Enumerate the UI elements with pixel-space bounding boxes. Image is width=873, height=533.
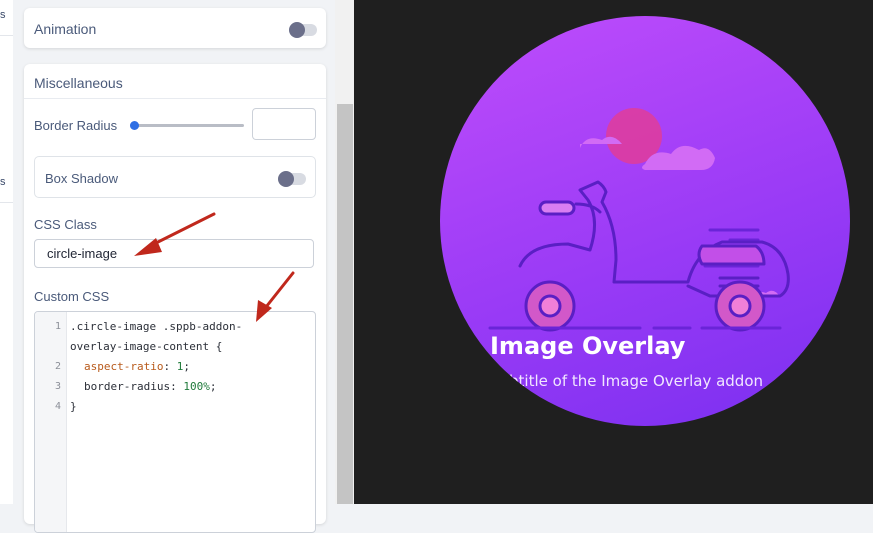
code-punct: ; xyxy=(209,380,217,393)
left-edge-strip: s s xyxy=(0,0,14,504)
scooter-illustration xyxy=(488,108,790,332)
line-number-gutter: 1 2 3 4 xyxy=(35,312,67,532)
code-punct: : xyxy=(170,380,184,393)
line-number: 1 xyxy=(54,321,61,332)
box-shadow-toggle[interactable] xyxy=(278,171,306,187)
border-radius-slider[interactable] xyxy=(135,124,244,127)
css-class-input[interactable] xyxy=(34,239,314,268)
code-line: border-radius: 100%; xyxy=(84,380,216,393)
truncated-label: s xyxy=(0,176,6,188)
css-property: border-radius xyxy=(84,380,171,393)
line-number: 3 xyxy=(54,381,61,392)
box-shadow-row: Box Shadow xyxy=(34,156,316,198)
line-number: 4 xyxy=(54,401,61,412)
preview-area: Image Overlay Subtitle of the Image Over… xyxy=(354,0,873,504)
divider xyxy=(0,202,13,203)
miscellaneous-title: Miscellaneous xyxy=(34,75,123,91)
toggle-knob xyxy=(289,22,305,38)
line-number: 2 xyxy=(54,361,61,372)
image-overlay-circle[interactable]: Image Overlay Subtitle of the Image Over… xyxy=(440,16,850,426)
box-shadow-label: Box Shadow xyxy=(45,171,118,186)
scrollbar-thumb[interactable] xyxy=(337,104,353,504)
settings-panel: Animation Miscellaneous Border Radius Bo… xyxy=(13,0,335,533)
border-radius-label: Border Radius xyxy=(34,118,118,133)
code-line: .circle-image .sppb-addon- xyxy=(70,320,243,333)
miscellaneous-header: Miscellaneous xyxy=(24,64,326,99)
code-punct: ; xyxy=(183,360,190,373)
border-radius-input[interactable] xyxy=(252,108,316,140)
animation-toggle[interactable] xyxy=(289,22,317,38)
truncated-label: s xyxy=(0,9,6,21)
border-radius-slider-thumb[interactable] xyxy=(130,121,139,130)
css-class-label: CSS Class xyxy=(34,217,97,232)
animation-label: Animation xyxy=(34,21,97,37)
css-value: 100% xyxy=(183,380,210,393)
custom-css-label: Custom CSS xyxy=(34,289,110,304)
miscellaneous-card: Miscellaneous Border Radius Box Shadow C… xyxy=(24,64,326,533)
code-line: overlay-image-content { xyxy=(70,340,223,353)
code-punct: : xyxy=(163,360,177,373)
overlay-subtitle: Subtitle of the Image Overlay addon xyxy=(490,372,764,390)
overlay-title: Image Overlay xyxy=(490,332,686,360)
animation-card: Animation xyxy=(24,8,326,48)
code-line: } xyxy=(70,400,77,413)
toggle-knob xyxy=(278,171,294,187)
custom-css-editor[interactable]: 1 2 3 4 .circle-image .sppb-addon- overl… xyxy=(34,311,316,533)
divider xyxy=(0,35,13,36)
code-line: aspect-ratio: 1; xyxy=(84,360,190,373)
css-property: aspect-ratio xyxy=(84,360,164,373)
